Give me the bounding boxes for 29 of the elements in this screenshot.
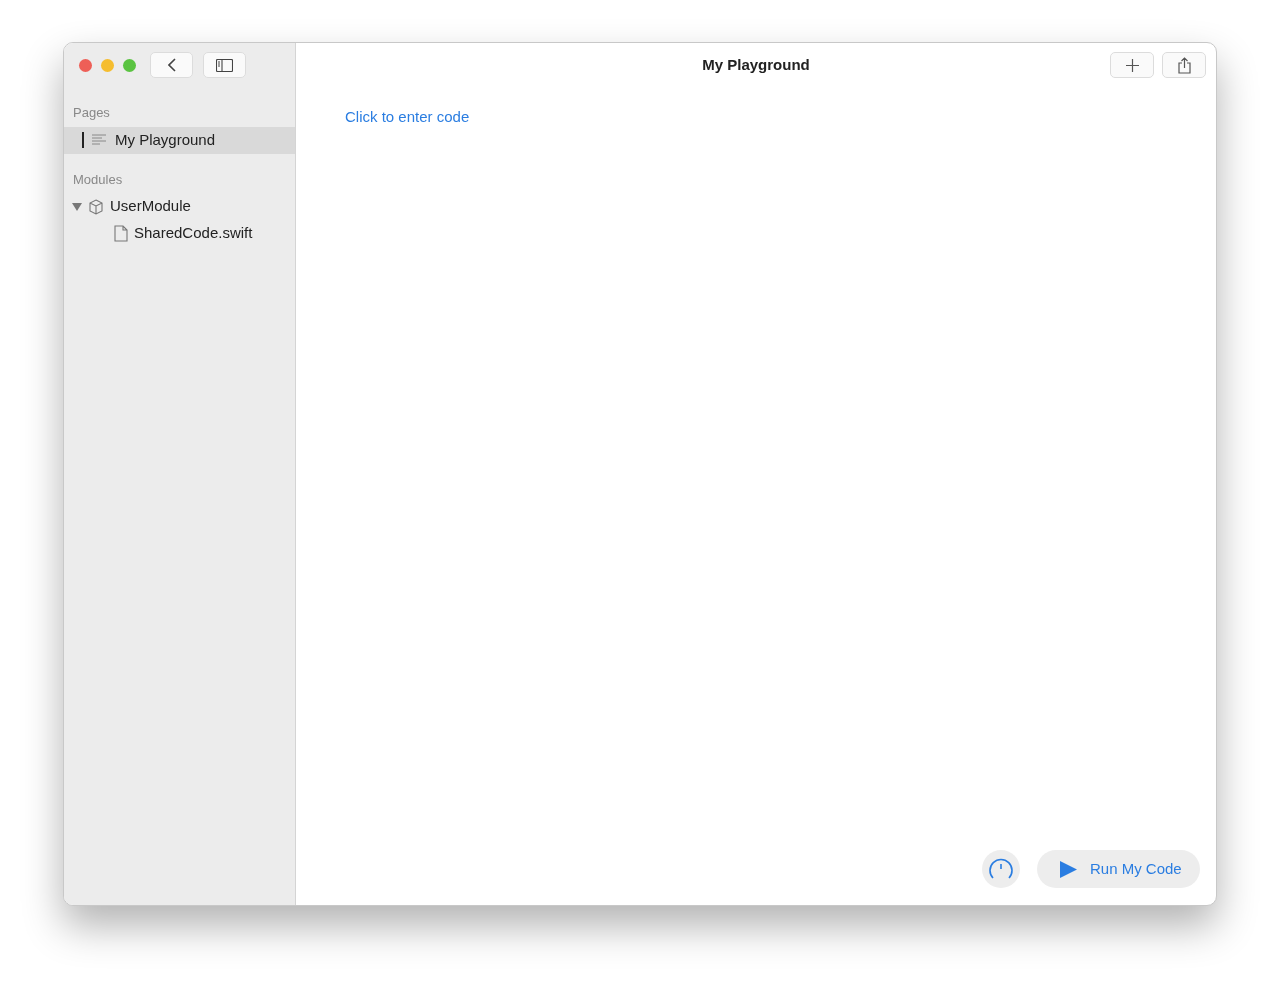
play-icon [1059, 859, 1078, 879]
add-button[interactable] [1110, 52, 1154, 78]
chevron-left-icon [167, 58, 176, 72]
text-lines-icon [92, 134, 107, 146]
section-heading: Modules [72, 170, 124, 189]
sidebar-toggle-button[interactable] [203, 52, 246, 78]
close-button[interactable] [79, 58, 92, 72]
speed-gauge-button[interactable] [982, 850, 1020, 888]
share-button[interactable] [1162, 52, 1206, 78]
cursor-icon [82, 132, 84, 148]
run-button[interactable]: Run My Code [1037, 850, 1200, 888]
module-item[interactable]: UserModule [64, 193, 295, 220]
section-heading: Pages [72, 104, 111, 122]
window-title: My Playground [702, 54, 810, 75]
module-item[interactable]: SharedCode.swift [64, 220, 295, 247]
module-label: UserModule [110, 196, 191, 217]
page-item[interactable]: My Playground [64, 126, 295, 154]
enter-code-link[interactable]: Click to enter code [345, 108, 470, 125]
module-label: SharedCode.swift [134, 223, 253, 244]
back-button[interactable] [150, 52, 193, 78]
gauge-icon [988, 857, 1014, 881]
plus-icon [1125, 58, 1139, 72]
disclosure-triangle-icon[interactable] [72, 201, 82, 212]
cube-icon [88, 198, 104, 215]
document-icon [114, 225, 128, 242]
page-label: My Playground [115, 129, 216, 150]
sidebar-icon [216, 58, 233, 72]
share-icon [1177, 56, 1191, 74]
zoom-button[interactable] [123, 58, 136, 72]
